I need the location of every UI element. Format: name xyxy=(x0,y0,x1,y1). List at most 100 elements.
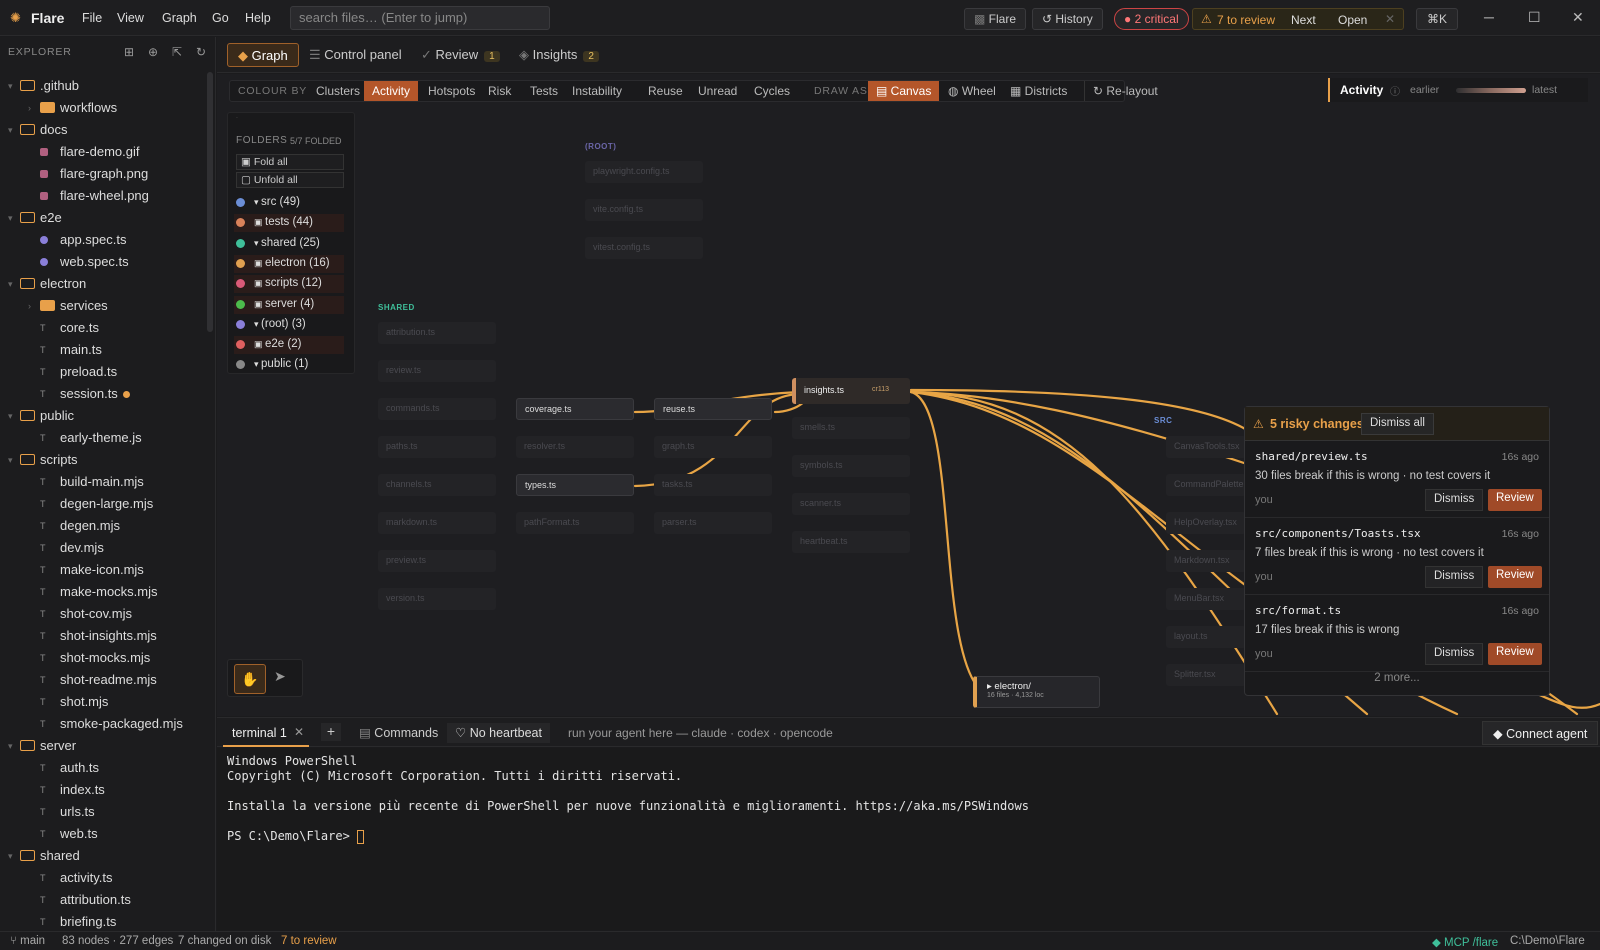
command-palette-button[interactable]: ⌘K xyxy=(1416,8,1458,30)
tree-file[interactable]: Tshot-mocks.mjs xyxy=(0,647,215,669)
relayout-button[interactable]: ↻ Re-layout xyxy=(1084,81,1166,101)
fold-all-button[interactable]: ▣ Fold all xyxy=(236,154,344,170)
colour-by-activity[interactable]: Activity xyxy=(364,81,419,101)
graph-node[interactable]: playwright.config.ts xyxy=(585,161,703,183)
graph-node[interactable]: commands.ts xyxy=(378,398,496,420)
graph-node[interactable]: symbols.ts xyxy=(792,455,910,477)
menu-help[interactable]: Help xyxy=(245,11,271,25)
dismiss-button[interactable]: Dismiss xyxy=(1425,643,1484,665)
menu-view[interactable]: View xyxy=(117,11,144,25)
terminal-tab[interactable]: terminal 1 ✕ xyxy=(223,718,309,747)
graph-canvas[interactable]: (ROOT) SHARED SRC playwright.config.ts vi… xyxy=(217,74,1600,716)
add-terminal-icon[interactable]: + xyxy=(321,723,341,741)
tree-file[interactable]: Tshot.mjs xyxy=(0,691,215,713)
graph-node[interactable]: heartbeat.ts xyxy=(792,531,910,553)
tree-file[interactable]: Tdev.mjs xyxy=(0,537,215,559)
graph-node[interactable]: coverage.ts xyxy=(516,398,634,420)
tree-folder[interactable]: ▾ server xyxy=(0,735,215,757)
tree-file[interactable]: Tmake-mocks.mjs xyxy=(0,581,215,603)
open-button[interactable]: Open xyxy=(1338,13,1367,27)
next-button[interactable]: Next xyxy=(1291,13,1316,27)
tree-folder[interactable]: ▾ docs xyxy=(0,119,215,141)
tree-file[interactable]: Tbriefing.ts xyxy=(0,911,215,931)
graph-node[interactable]: graph.ts xyxy=(654,436,772,458)
terminal-output[interactable]: Windows PowerShell Copyright (C) Microsof… xyxy=(217,748,1600,930)
graph-node[interactable]: markdown.ts xyxy=(378,512,496,534)
graph-node[interactable]: attribution.ts xyxy=(378,322,496,344)
draw-as-canvas[interactable]: ▤ Canvas xyxy=(868,81,940,101)
chevron-right-icon[interactable]: › xyxy=(28,97,31,119)
tree-file[interactable]: Tbuild-main.mjs xyxy=(0,471,215,493)
chevron-right-icon[interactable]: › xyxy=(28,295,31,317)
changed-on-disk[interactable]: 7 changed on disk xyxy=(178,935,271,947)
tree-file[interactable]: Turls.ts xyxy=(0,801,215,823)
graph-node[interactable]: vite.config.ts xyxy=(585,199,703,221)
tree-file[interactable]: Tsession.ts xyxy=(0,383,215,405)
heartbeat-status[interactable]: ♡ No heartbeat xyxy=(447,723,550,743)
tree-file[interactable]: app.spec.ts xyxy=(0,229,215,251)
tree-file[interactable]: Tcore.ts xyxy=(0,317,215,339)
chevron-down-icon[interactable]: ▾ xyxy=(8,207,13,229)
critical-badge[interactable]: ● 2 critical xyxy=(1114,8,1189,30)
refresh-icon[interactable]: ↻ xyxy=(196,45,206,59)
menu-graph[interactable]: Graph xyxy=(162,11,197,25)
graph-node[interactable]: tasks.ts xyxy=(654,474,772,496)
graph-node[interactable]: pathFormat.ts xyxy=(516,512,634,534)
legend-folder-item[interactable]: ▾ shared (25) xyxy=(234,235,344,253)
dismiss-all-button[interactable]: Dismiss all xyxy=(1361,413,1434,435)
tab-graph[interactable]: ◆ Graph xyxy=(227,43,299,67)
more-risks-link[interactable]: 2 more... xyxy=(1245,672,1549,684)
legend-folder-item[interactable]: ▣ electron (16) xyxy=(234,254,344,273)
graph-node[interactable]: paths.ts xyxy=(378,436,496,458)
tree-file[interactable]: Tshot-cov.mjs xyxy=(0,603,215,625)
graph-node[interactable]: preview.ts xyxy=(378,550,496,572)
graph-node[interactable]: vitest.config.ts xyxy=(585,237,703,259)
tree-file[interactable]: Tactivity.ts xyxy=(0,867,215,889)
legend-folder-item[interactable]: ▣ tests (44) xyxy=(234,214,344,233)
graph-node[interactable]: Splitter.tsx xyxy=(1166,664,1246,686)
tree-folder[interactable]: ▾ shared xyxy=(0,845,215,867)
legend-folder-item[interactable]: ▾ public (1) xyxy=(234,356,344,374)
graph-node[interactable]: smells.ts xyxy=(792,417,910,439)
graph-node[interactable]: resolver.ts xyxy=(516,436,634,458)
menu-file[interactable]: File xyxy=(82,11,102,25)
graph-node[interactable]: CommandPalette.tsx xyxy=(1166,474,1258,496)
tab-insights[interactable]: ◈ Insights 2 xyxy=(509,43,609,67)
chevron-down-icon[interactable]: ▾ xyxy=(8,119,13,141)
graph-node[interactable]: layout.ts xyxy=(1166,626,1246,648)
tree-file[interactable]: web.spec.ts xyxy=(0,251,215,273)
colour-by-unread[interactable]: Unread xyxy=(690,81,745,101)
legend-folder-item[interactable]: ▣ e2e (2) xyxy=(234,336,344,355)
commands-button[interactable]: ▤ Commands xyxy=(353,723,444,743)
mcp-status[interactable]: ◆ MCP /flare xyxy=(1432,935,1498,949)
review-button[interactable]: Review xyxy=(1488,566,1542,588)
tree-file[interactable]: Tmake-icon.mjs xyxy=(0,559,215,581)
collapse-all-icon[interactable]: ⇱ xyxy=(172,45,182,59)
chevron-down-icon[interactable]: ▾ xyxy=(8,845,13,867)
colour-by-instability[interactable]: Instability xyxy=(564,81,630,101)
legend-folder-item[interactable]: ▾ (root) (3) xyxy=(234,316,344,334)
graph-node[interactable]: Markdown.tsx xyxy=(1166,550,1246,572)
graph-node[interactable]: MenuBar.tsx xyxy=(1166,588,1246,610)
graph-node[interactable]: review.ts xyxy=(378,360,496,382)
review-button[interactable]: Review xyxy=(1488,489,1542,511)
maximize-icon[interactable]: ☐ xyxy=(1528,9,1541,26)
history-button[interactable]: ↺ History xyxy=(1032,8,1103,30)
unfold-all-button[interactable]: ▢ Unfold all xyxy=(236,172,344,188)
chevron-down-icon[interactable]: ▾ xyxy=(8,75,13,97)
review-button[interactable]: Review xyxy=(1488,643,1542,665)
menu-go[interactable]: Go xyxy=(212,11,229,25)
tree-file[interactable]: flare-demo.gif xyxy=(0,141,215,163)
tree-file[interactable]: flare-graph.png xyxy=(0,163,215,185)
tree-file[interactable]: Tmain.ts xyxy=(0,339,215,361)
new-file-icon[interactable]: ⊞ xyxy=(124,45,134,59)
tree-folder[interactable]: ▾ e2e xyxy=(0,207,215,229)
tree-file[interactable]: Tindex.ts xyxy=(0,779,215,801)
tree-folder[interactable]: ▾ electron xyxy=(0,273,215,295)
pan-hand-icon[interactable]: ✋ xyxy=(234,664,266,694)
tree-folder[interactable]: › services xyxy=(0,295,215,317)
graph-node[interactable]: HelpOverlay.tsx xyxy=(1166,512,1246,534)
flare-button[interactable]: ▩ Flare xyxy=(964,8,1027,30)
graph-node[interactable]: reuse.ts xyxy=(654,398,772,420)
tree-file[interactable]: Tsmoke-packaged.mjs xyxy=(0,713,215,735)
